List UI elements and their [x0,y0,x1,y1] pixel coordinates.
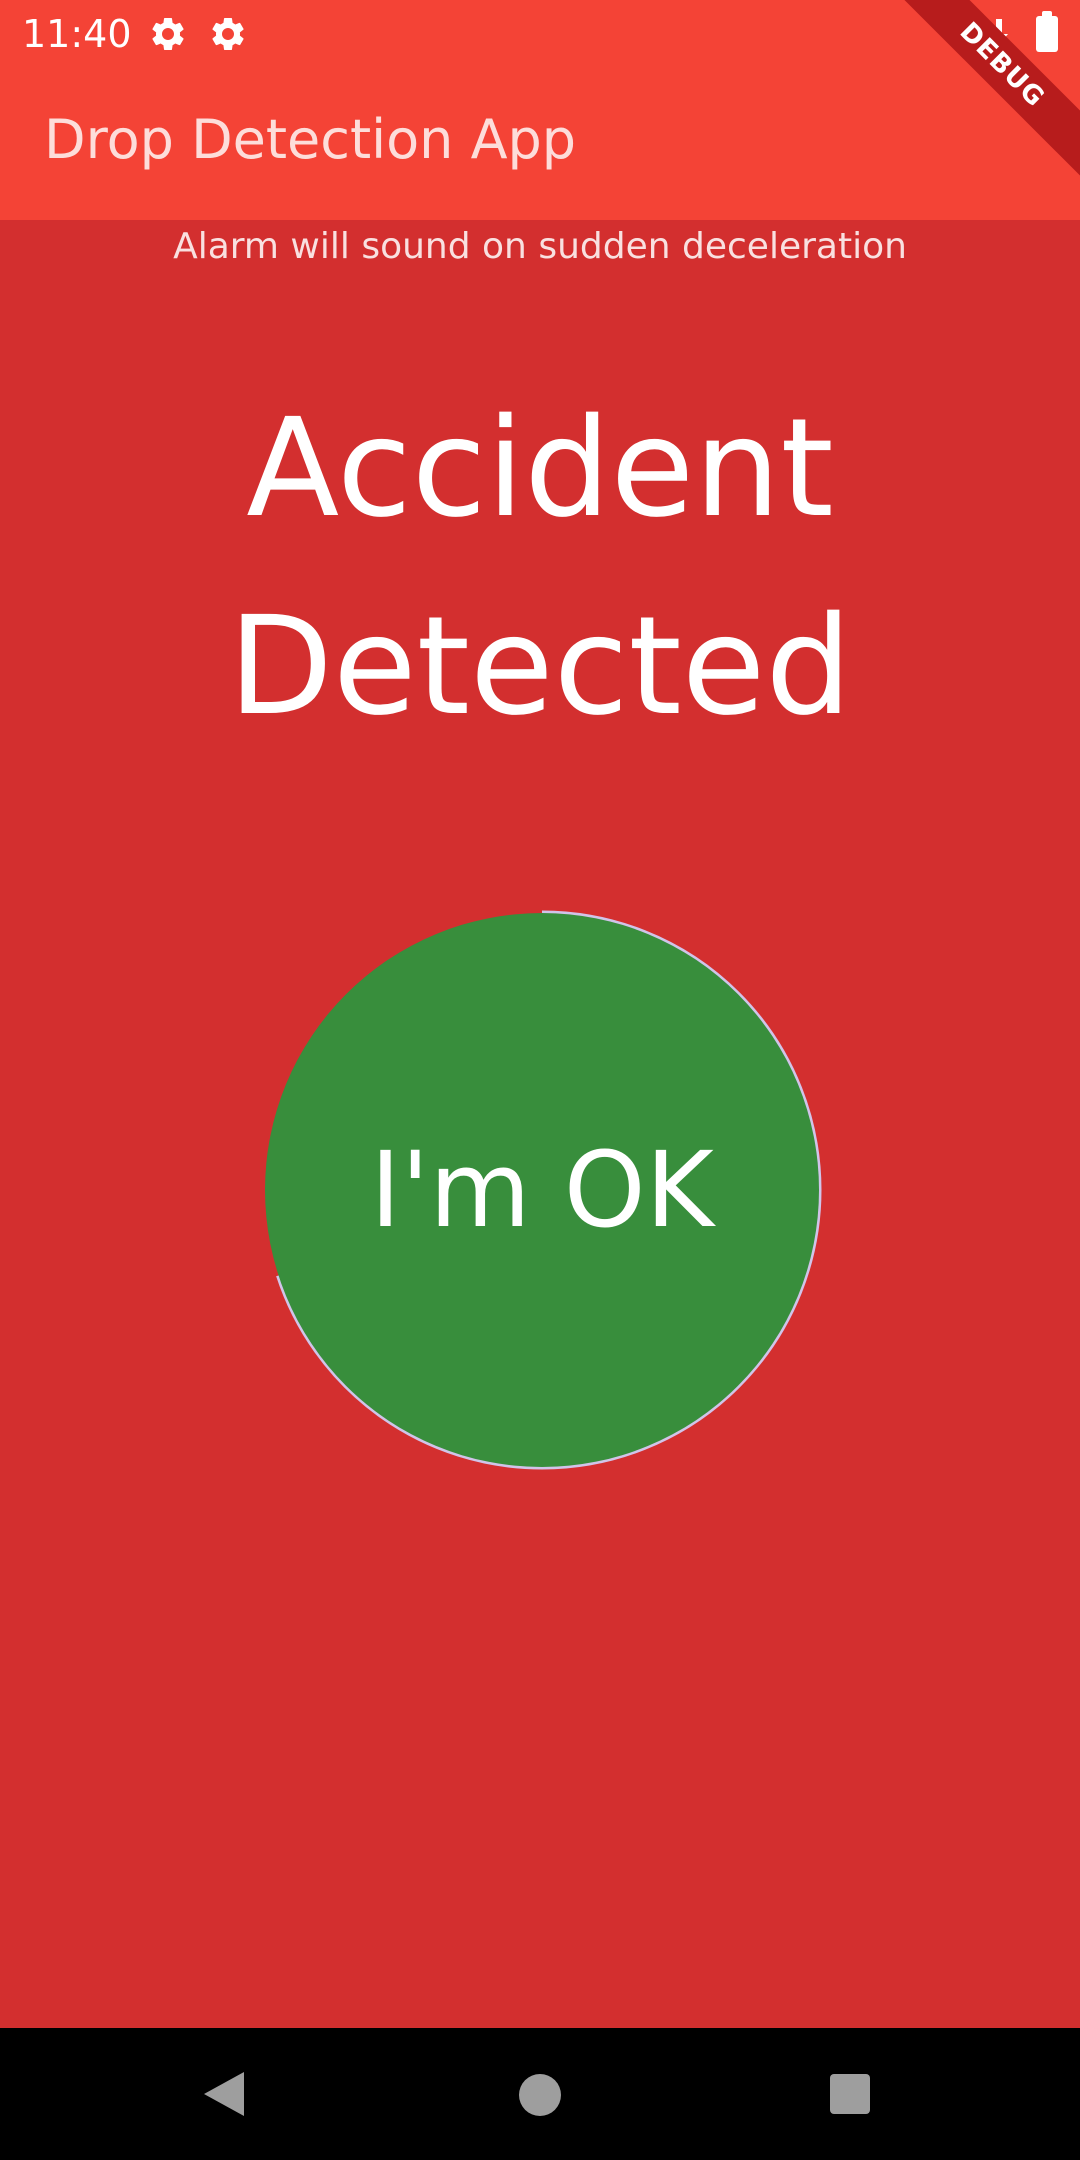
gear-icon [152,17,184,50]
navigation-bar [0,2028,1080,2160]
recents-icon[interactable] [830,2074,870,2114]
ok-button-container: I'm OK [262,910,822,1470]
gear-icon [212,17,244,50]
im-ok-button[interactable]: I'm OK [265,913,819,1467]
headline-line-1: Accident [246,390,834,548]
battery-icon [1036,11,1058,52]
back-icon[interactable] [204,2072,244,2116]
accident-headline: Accident Detected [0,370,1080,766]
app-title: Drop Detection App [44,108,577,171]
alarm-subtitle: Alarm will sound on sudden deceleration [173,226,907,267]
home-icon[interactable] [519,2074,561,2116]
headline-line-2: Detected [228,588,852,746]
status-time: 11:40 [22,12,132,56]
app-bar: 11:40 DEBUG Drop Detection App [0,0,1080,220]
